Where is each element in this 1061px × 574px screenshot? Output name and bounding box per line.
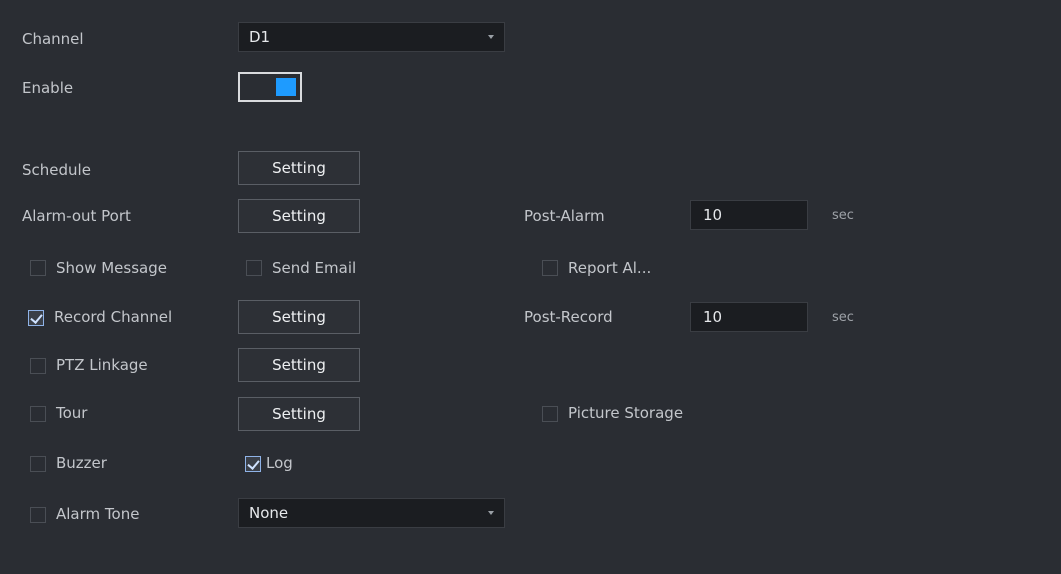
channel-value: D1	[249, 28, 271, 46]
enable-label: Enable	[22, 79, 74, 97]
alarm-tone-label: Alarm Tone	[56, 505, 140, 523]
buzzer-checkbox[interactable]	[30, 456, 46, 472]
alarm-settings-panel: Channel D1 Enable Schedule Setting Alarm…	[0, 0, 1061, 574]
schedule-setting-button[interactable]: Setting	[238, 151, 360, 185]
send-email-label: Send Email	[272, 259, 357, 277]
record-channel-setting-button[interactable]: Setting	[238, 300, 360, 334]
alarm-tone-dropdown[interactable]: None	[238, 498, 505, 528]
post-record-unit: sec	[832, 310, 854, 325]
chevron-down-icon	[488, 35, 494, 39]
toggle-knob	[276, 78, 296, 96]
enable-toggle[interactable]	[238, 72, 302, 102]
post-alarm-label: Post-Alarm	[524, 207, 605, 225]
alarm-out-port-label: Alarm-out Port	[22, 207, 131, 225]
report-alarm-checkbox[interactable]	[542, 260, 558, 276]
post-alarm-unit: sec	[832, 208, 854, 223]
send-email-checkbox[interactable]	[246, 260, 262, 276]
picture-storage-checkbox[interactable]	[542, 406, 558, 422]
channel-label: Channel	[22, 30, 84, 48]
chevron-down-icon	[488, 511, 494, 515]
show-message-label: Show Message	[56, 259, 167, 277]
ptz-linkage-checkbox[interactable]	[30, 358, 46, 374]
buzzer-label: Buzzer	[56, 454, 107, 472]
ptz-linkage-label: PTZ Linkage	[56, 356, 148, 374]
schedule-label: Schedule	[22, 161, 91, 179]
tour-checkbox[interactable]	[30, 406, 46, 422]
tour-label: Tour	[56, 404, 88, 422]
ptz-linkage-setting-button[interactable]: Setting	[238, 348, 360, 382]
alarm-tone-value: None	[249, 504, 289, 522]
log-label: Log	[266, 454, 293, 472]
log-checkbox[interactable]	[245, 456, 261, 472]
record-channel-label: Record Channel	[54, 308, 173, 326]
picture-storage-label: Picture Storage	[568, 404, 684, 422]
post-alarm-input[interactable]: 10	[690, 200, 808, 230]
channel-dropdown[interactable]: D1	[238, 22, 505, 52]
post-record-label: Post-Record	[524, 308, 613, 326]
record-channel-checkbox[interactable]	[28, 310, 44, 326]
alarm-tone-checkbox[interactable]	[30, 507, 46, 523]
post-record-input[interactable]: 10	[690, 302, 808, 332]
report-alarm-label: Report Al...	[568, 259, 652, 277]
tour-setting-button[interactable]: Setting	[238, 397, 360, 431]
alarm-out-port-setting-button[interactable]: Setting	[238, 199, 360, 233]
show-message-checkbox[interactable]	[30, 260, 46, 276]
